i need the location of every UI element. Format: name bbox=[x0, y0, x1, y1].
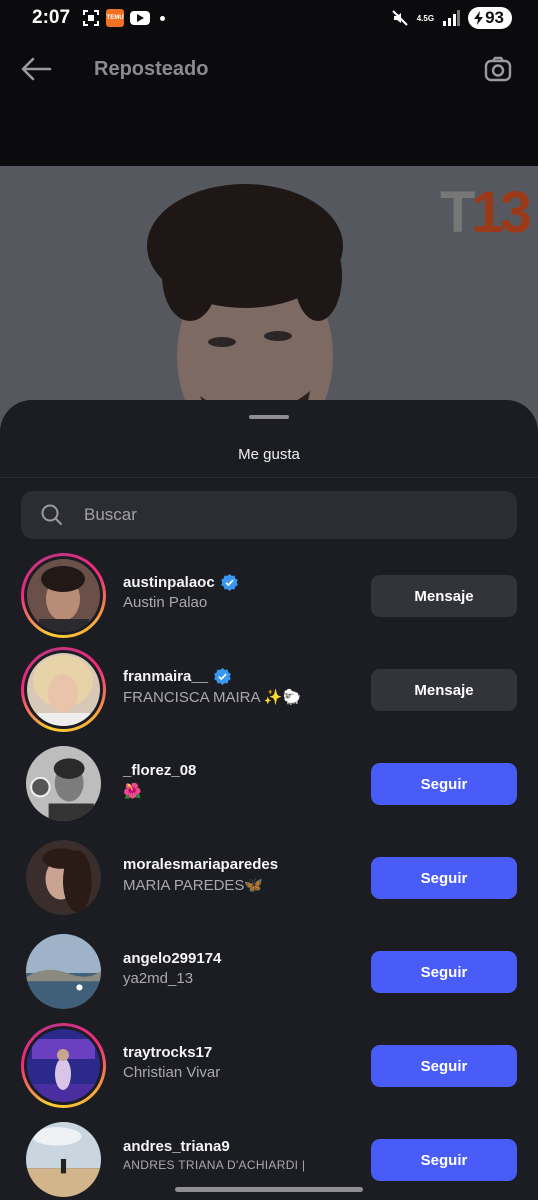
follow-button[interactable]: Seguir bbox=[371, 857, 517, 899]
screenshot-icon bbox=[82, 9, 100, 27]
full-name: Austin Palao bbox=[123, 594, 208, 611]
message-button[interactable]: Mensaje bbox=[371, 669, 517, 711]
youtube-icon bbox=[130, 11, 151, 25]
avatar[interactable] bbox=[21, 929, 106, 1014]
full-name: 🌺 bbox=[123, 783, 142, 800]
follow-button[interactable]: Seguir bbox=[371, 951, 517, 993]
back-button[interactable] bbox=[20, 56, 52, 82]
follow-button[interactable]: Seguir bbox=[371, 1139, 517, 1181]
list-item: angelo299174 ya2md_13 Seguir bbox=[0, 926, 538, 1016]
avatar[interactable] bbox=[21, 647, 106, 732]
top-bar: Reposteado bbox=[0, 36, 538, 102]
arrow-left-icon bbox=[21, 57, 52, 81]
list-item: moralesmariaparedes MARIA PAREDES🦋 Segui… bbox=[0, 832, 538, 922]
temu-icon: TEMU bbox=[106, 9, 125, 27]
username[interactable]: andres_triana9 bbox=[123, 1138, 230, 1155]
full-name: Christian Vivar bbox=[123, 1064, 221, 1081]
verified-badge-icon bbox=[214, 668, 231, 685]
status-bar: 2:07 TEMU 4.5G 93 bbox=[0, 0, 538, 36]
camera-button[interactable] bbox=[482, 53, 514, 85]
list-item: austinpalaoc Austin Palao Mensaje bbox=[0, 550, 538, 640]
camera-icon bbox=[484, 56, 512, 82]
follow-button[interactable]: Seguir bbox=[371, 1045, 517, 1087]
full-name: ya2md_13 bbox=[123, 970, 194, 987]
search-input[interactable] bbox=[84, 505, 464, 525]
avatar[interactable] bbox=[21, 1023, 106, 1108]
avatar[interactable] bbox=[21, 741, 106, 826]
list-item: franmaira__ FRANCISCA MAIRA ✨🐑 Mensaje bbox=[0, 644, 538, 734]
profile-photo bbox=[26, 746, 101, 821]
avatar[interactable] bbox=[21, 553, 106, 638]
profile-photo bbox=[27, 653, 100, 726]
system-icons: 4.5G 93 bbox=[391, 7, 512, 29]
sheet-drag-handle[interactable] bbox=[249, 415, 289, 419]
message-button[interactable]: Mensaje bbox=[371, 575, 517, 617]
gesture-nav-bar[interactable] bbox=[175, 1187, 363, 1192]
follow-button[interactable]: Seguir bbox=[371, 763, 517, 805]
profile-photo bbox=[26, 1122, 101, 1197]
full-name: MARIA PAREDES🦋 bbox=[123, 877, 264, 894]
likes-sheet: Me gusta austinpalaoc Austin Palao Mensa… bbox=[0, 400, 538, 1200]
search-icon bbox=[41, 504, 63, 526]
profile-photo bbox=[27, 559, 100, 632]
status-time: 2:07 bbox=[32, 7, 71, 28]
more-notifications-dot bbox=[160, 15, 166, 21]
profile-photo bbox=[26, 840, 101, 915]
username[interactable]: _florez_08 bbox=[123, 762, 196, 779]
avatar[interactable] bbox=[21, 1117, 106, 1200]
battery-indicator: 93 bbox=[468, 7, 512, 29]
profile-photo bbox=[27, 1029, 100, 1102]
notification-icons: TEMU bbox=[82, 9, 166, 27]
search-bar[interactable] bbox=[21, 491, 517, 539]
verified-badge-icon bbox=[220, 574, 238, 591]
divider bbox=[0, 477, 538, 478]
list-item: _florez_08 🌺 Seguir bbox=[0, 738, 538, 828]
username[interactable]: traytrocks17 bbox=[123, 1044, 212, 1061]
page-title: Reposteado bbox=[94, 57, 209, 80]
username[interactable]: austinpalaoc bbox=[123, 574, 215, 591]
username[interactable]: franmaira__ bbox=[123, 668, 208, 685]
list-item: traytrocks17 Christian Vivar Seguir bbox=[0, 1020, 538, 1110]
username[interactable]: angelo299174 bbox=[123, 950, 221, 967]
t13-logo: T13 bbox=[440, 180, 532, 245]
username[interactable]: moralesmariaparedes bbox=[123, 856, 278, 873]
battery-level: 93 bbox=[485, 8, 504, 27]
sheet-title: Me gusta bbox=[238, 446, 300, 463]
full-name: FRANCISCA MAIRA ✨🐑 bbox=[123, 689, 302, 706]
signal-icon bbox=[442, 9, 461, 27]
network-type: 4.5G bbox=[416, 13, 435, 23]
avatar[interactable] bbox=[21, 835, 106, 920]
mute-icon bbox=[391, 9, 409, 27]
full-name: ANDRES TRIANA D'ACHIARDI | bbox=[123, 1158, 306, 1172]
profile-photo bbox=[26, 934, 101, 1009]
